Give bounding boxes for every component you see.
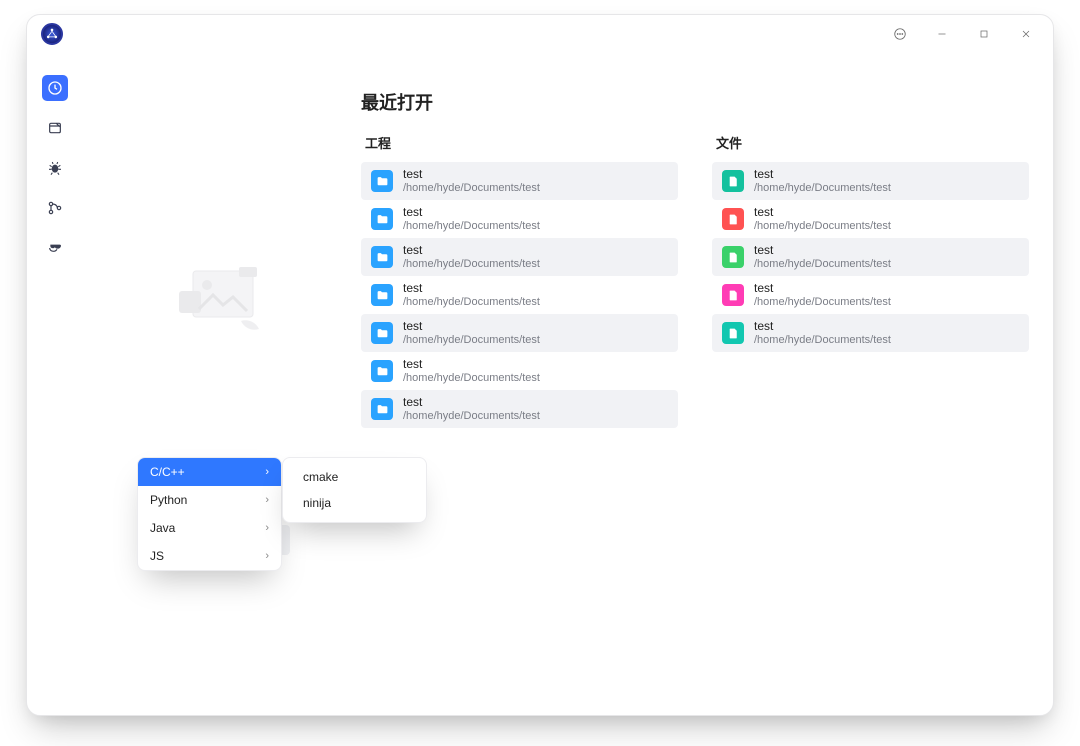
app-window: 打开文件 打开工程 最近打开 工程 test/home/hyde/Documen…	[26, 14, 1054, 716]
file-icon	[722, 170, 744, 192]
main-content: 最近打开 工程 test/home/hyde/Documents/testtes…	[337, 75, 1053, 715]
language-menu-item[interactable]: JS ›	[138, 542, 281, 570]
project-item-name: test	[403, 396, 540, 410]
chevron-right-icon: ›	[265, 466, 269, 478]
project-item-name: test	[403, 358, 540, 372]
project-item-path: /home/hyde/Documents/test	[403, 220, 540, 233]
chevron-right-icon: ›	[265, 550, 269, 562]
file-item-path: /home/hyde/Documents/test	[754, 334, 891, 347]
project-item-name: test	[403, 282, 540, 296]
file-icon	[722, 322, 744, 344]
project-item-name: test	[403, 244, 540, 258]
recent-projects-panel: 工程 test/home/hyde/Documents/testtest/hom…	[361, 133, 678, 428]
file-item-path: /home/hyde/Documents/test	[754, 182, 891, 195]
build-system-item-label: cmake	[303, 470, 338, 484]
activity-recent-icon[interactable]	[42, 75, 68, 101]
activity-editor-icon[interactable]	[42, 115, 68, 141]
project-item[interactable]: test/home/hyde/Documents/test	[361, 238, 678, 276]
file-icon	[722, 284, 744, 306]
folder-icon	[371, 170, 393, 192]
placeholder-artwork	[177, 265, 277, 341]
build-system-item[interactable]: ninija	[283, 490, 426, 516]
folder-icon	[371, 208, 393, 230]
files-heading: 文件	[712, 133, 1029, 152]
file-item-name: test	[754, 244, 891, 258]
file-item-name: test	[754, 320, 891, 334]
file-item[interactable]: test/home/hyde/Documents/test	[712, 162, 1029, 200]
project-item-path: /home/hyde/Documents/test	[403, 334, 540, 347]
more-icon[interactable]	[883, 20, 917, 48]
file-item[interactable]: test/home/hyde/Documents/test	[712, 238, 1029, 276]
projects-heading: 工程	[361, 133, 678, 152]
project-item-path: /home/hyde/Documents/test	[403, 372, 540, 385]
app-logo	[41, 23, 63, 45]
language-menu-item[interactable]: Java ›	[138, 514, 281, 542]
file-item-name: test	[754, 206, 891, 220]
activity-snippets-icon[interactable]	[42, 235, 68, 261]
project-item-name: test	[403, 168, 540, 182]
activity-debug-icon[interactable]	[42, 155, 68, 181]
file-item-name: test	[754, 282, 891, 296]
page-title: 最近打开	[361, 89, 1029, 115]
project-item[interactable]: test/home/hyde/Documents/test	[361, 352, 678, 390]
folder-icon	[371, 322, 393, 344]
language-menu-item[interactable]: C/C++ ›	[138, 458, 281, 486]
activity-git-icon[interactable]	[42, 195, 68, 221]
file-item-name: test	[754, 168, 891, 182]
new-project-language-menu: C/C++ › Python › Java › JS ›	[137, 457, 282, 571]
project-item[interactable]: test/home/hyde/Documents/test	[361, 276, 678, 314]
minimize-button[interactable]	[925, 20, 959, 48]
project-item[interactable]: test/home/hyde/Documents/test	[361, 390, 678, 428]
file-item[interactable]: test/home/hyde/Documents/test	[712, 276, 1029, 314]
build-system-item[interactable]: cmake	[283, 464, 426, 490]
language-menu-item-label: Java	[150, 521, 175, 535]
chevron-right-icon: ›	[265, 494, 269, 506]
language-menu-item[interactable]: Python ›	[138, 486, 281, 514]
file-icon	[722, 246, 744, 268]
language-menu-item-label: Python	[150, 493, 187, 507]
language-menu-item-label: JS	[150, 549, 164, 563]
project-item-name: test	[403, 320, 540, 334]
project-item-path: /home/hyde/Documents/test	[403, 410, 540, 423]
file-item[interactable]: test/home/hyde/Documents/test	[712, 314, 1029, 352]
file-item-path: /home/hyde/Documents/test	[754, 296, 891, 309]
new-project-build-submenu: cmake ninija	[282, 457, 427, 523]
project-item-path: /home/hyde/Documents/test	[403, 296, 540, 309]
project-list: test/home/hyde/Documents/testtest/home/h…	[361, 162, 678, 428]
file-icon	[722, 208, 744, 230]
file-list: test/home/hyde/Documents/testtest/home/h…	[712, 162, 1029, 352]
project-item[interactable]: test/home/hyde/Documents/test	[361, 314, 678, 352]
project-item[interactable]: test/home/hyde/Documents/test	[361, 200, 678, 238]
close-button[interactable]	[1009, 20, 1043, 48]
file-item-path: /home/hyde/Documents/test	[754, 258, 891, 271]
file-item[interactable]: test/home/hyde/Documents/test	[712, 200, 1029, 238]
folder-icon	[371, 246, 393, 268]
build-system-item-label: ninija	[303, 496, 331, 510]
recent-files-panel: 文件 test/home/hyde/Documents/testtest/hom…	[712, 133, 1029, 428]
project-item-name: test	[403, 206, 540, 220]
folder-icon	[371, 284, 393, 306]
folder-icon	[371, 398, 393, 420]
project-item-path: /home/hyde/Documents/test	[403, 258, 540, 271]
titlebar	[27, 15, 1053, 53]
project-item[interactable]: test/home/hyde/Documents/test	[361, 162, 678, 200]
folder-icon	[371, 360, 393, 382]
chevron-right-icon: ›	[265, 522, 269, 534]
activity-bar	[27, 65, 83, 261]
maximize-button[interactable]	[967, 20, 1001, 48]
file-item-path: /home/hyde/Documents/test	[754, 220, 891, 233]
welcome-column: 打开文件 打开工程	[117, 75, 337, 255]
project-item-path: /home/hyde/Documents/test	[403, 182, 540, 195]
language-menu-item-label: C/C++	[150, 465, 185, 479]
